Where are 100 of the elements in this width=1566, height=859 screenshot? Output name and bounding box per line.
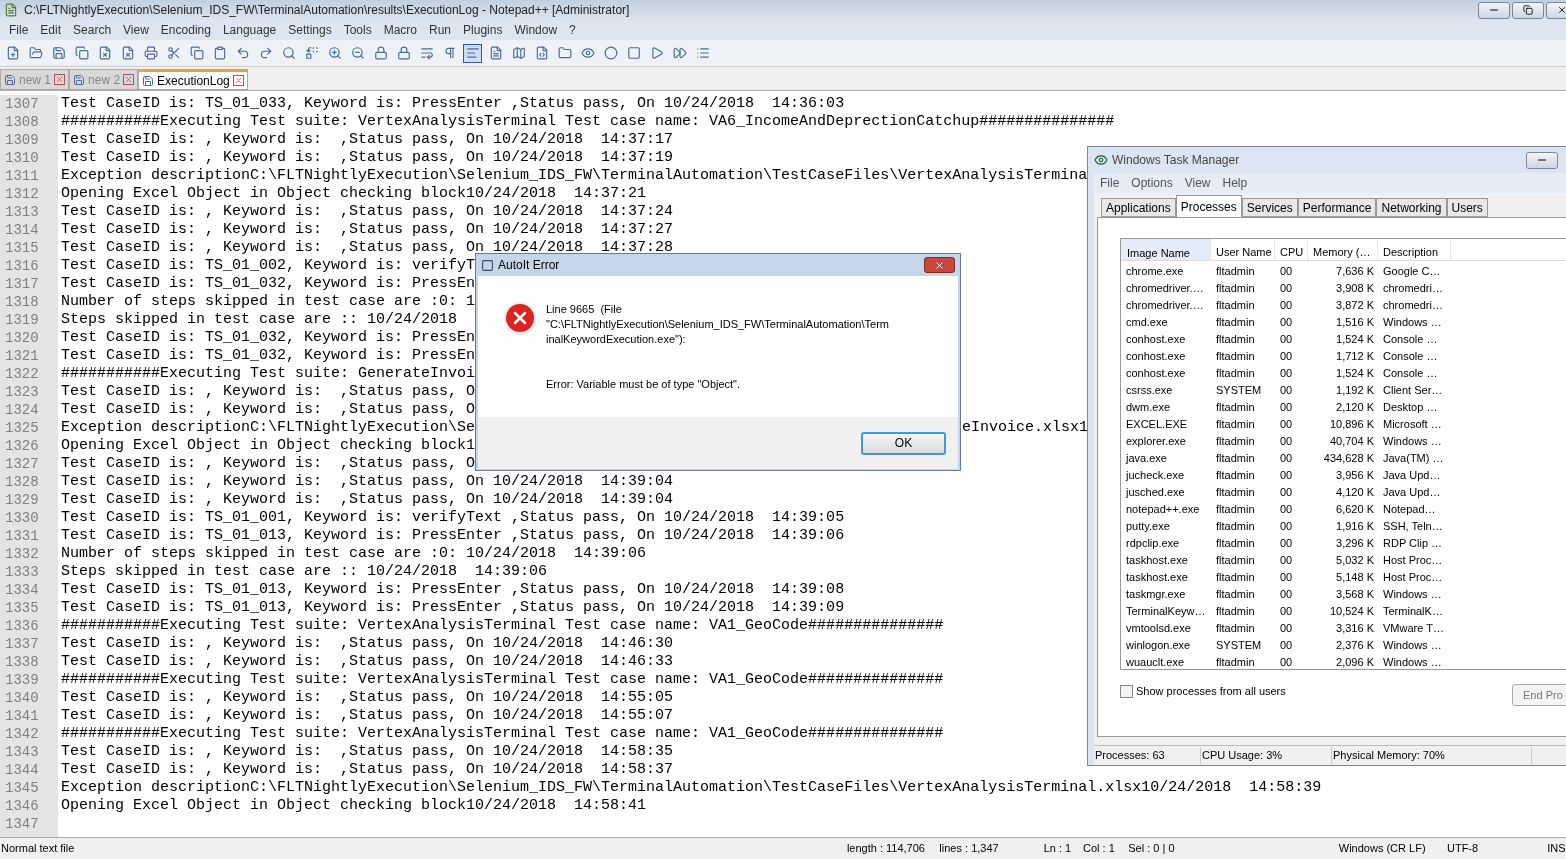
line-number: 1343 bbox=[4, 743, 40, 761]
log-line: Opening Excel Object in Object checking block10/24/2018 14:58:41 bbox=[61, 797, 647, 815]
menu-item[interactable]: Encoding bbox=[154, 21, 217, 39]
menu-item[interactable]: Language bbox=[216, 21, 283, 39]
log-line: Test CaseID is: , Keyword is: ,Status pass, On 10/24/2018 14:46:33 bbox=[61, 653, 674, 671]
line-number: 1332 bbox=[4, 545, 40, 563]
menu-item[interactable]: ? bbox=[563, 21, 582, 39]
file-tab[interactable]: ExecutionLog bbox=[138, 69, 248, 90]
tab[interactable]: Performance bbox=[1297, 198, 1377, 217]
table-cell-text: fltadmin bbox=[1215, 519, 1256, 534]
table-cell-text: fltadmin bbox=[1215, 298, 1256, 313]
table-cell-text: fltadmin bbox=[1215, 553, 1256, 568]
table-cell-text: Console … bbox=[1382, 332, 1439, 347]
error-message: Error: Variable must be of type "Object". bbox=[546, 377, 742, 392]
log-line: Test CaseID is: TS_01_013, Keyword is: PressEnter ,Status pass, On 10/24/2018 14:39:09 bbox=[61, 599, 845, 617]
minimize-button[interactable] bbox=[1526, 151, 1558, 169]
log-line: Test CaseID is: , Keyword is: ,Status pass, On 10/24/2018 14:39:04 bbox=[61, 491, 674, 509]
tab[interactable]: Applications bbox=[1101, 198, 1176, 217]
menu-item[interactable]: Edit bbox=[34, 21, 68, 39]
table-cell-text: 00 bbox=[1279, 638, 1294, 653]
table-cell-text: 00 bbox=[1279, 349, 1294, 364]
menu-item[interactable]: Tools bbox=[337, 21, 378, 39]
tab[interactable]: Networking bbox=[1376, 198, 1447, 217]
menu-item[interactable]: Options bbox=[1125, 174, 1179, 192]
table-cell-text: fltadmin bbox=[1215, 400, 1256, 415]
table-cell-text: 00 bbox=[1279, 587, 1294, 602]
table-cell-text: 00 bbox=[1279, 536, 1294, 551]
table-cell-text: 5,148 K bbox=[1335, 570, 1375, 585]
menu-item[interactable]: Settings bbox=[282, 21, 338, 39]
line-number: 1329 bbox=[4, 491, 40, 509]
log-line: Test CaseID is: , Keyword is: ,Status pass, On 10/24/2018 14:37:27 bbox=[61, 221, 674, 239]
close-icon[interactable] bbox=[54, 74, 66, 85]
close-icon[interactable] bbox=[232, 75, 244, 86]
save-icon bbox=[142, 74, 155, 87]
status-text: Ln : 1 bbox=[1042, 841, 1073, 857]
menu-item[interactable]: Macro bbox=[377, 21, 423, 39]
table-cell-text: 1,916 K bbox=[1335, 519, 1375, 534]
ok-button[interactable]: OK bbox=[861, 431, 946, 455]
tab[interactable]: Users bbox=[1446, 198, 1488, 217]
table-cell-text: Windows … bbox=[1382, 434, 1443, 449]
checkbox[interactable] bbox=[1120, 684, 1133, 698]
log-line: Test CaseID is: TS_01_033, Keyword is: PressEnter ,Status pass, On 10/24/2018 14:36:03 bbox=[61, 95, 845, 113]
log-line: Test CaseID is: TS_01_001, Keyword is: verifyText ,Status pass, On 10/24/2018 14:39:05 bbox=[61, 509, 845, 527]
table-cell-text: chromedri… bbox=[1382, 298, 1444, 313]
table-cell-text: dwm.exe bbox=[1125, 400, 1172, 415]
column-header[interactable]: CPU bbox=[1275, 239, 1308, 260]
table-cell-text: 00 bbox=[1279, 417, 1294, 432]
column-header[interactable]: User Name bbox=[1211, 239, 1275, 260]
indent-guide-icon[interactable] bbox=[463, 43, 482, 63]
close-button[interactable] bbox=[924, 257, 955, 273]
table-cell-text: chromedri… bbox=[1382, 281, 1444, 296]
end-process-button[interactable]: End Pro bbox=[1512, 684, 1566, 706]
app-icon bbox=[481, 258, 494, 272]
menu-item[interactable]: Help bbox=[1216, 174, 1254, 192]
log-line: Test CaseID is: TS_01_013, Keyword is: PressEnter ,Status pass, On 10/24/2018 14:39:06 bbox=[61, 527, 845, 545]
table-cell-text: 3,872 K bbox=[1335, 298, 1375, 313]
minimize-button[interactable] bbox=[1478, 1, 1510, 19]
column-header[interactable]: Memory (… bbox=[1308, 239, 1378, 260]
log-line: Test CaseID is: TS_01_032, Keyword is: PressEn bbox=[61, 329, 476, 347]
table-cell-text: Console … bbox=[1382, 366, 1439, 381]
table-cell-text: 10,524 K bbox=[1328, 604, 1375, 619]
menu-item[interactable]: File bbox=[3, 21, 35, 39]
line-number: 1336 bbox=[4, 617, 40, 635]
log-line: eInvoice.xlsx1 bbox=[962, 419, 1089, 437]
line-number: 1310 bbox=[4, 149, 40, 167]
table-cell-text: fltadmin bbox=[1215, 349, 1256, 364]
restore-button[interactable] bbox=[1512, 1, 1544, 19]
column-header[interactable]: Description bbox=[1378, 239, 1451, 260]
table-cell-text: jucheck.exe bbox=[1124, 468, 1186, 483]
menu-item[interactable]: Window bbox=[508, 21, 564, 39]
log-line: Test CaseID is: , Keyword is: ,Status pass, O bbox=[61, 455, 476, 473]
line-number: 1320 bbox=[4, 329, 40, 347]
status-text: INS bbox=[1546, 841, 1566, 857]
menu-item[interactable]: Plugins bbox=[457, 21, 509, 39]
tab[interactable]: Services bbox=[1241, 198, 1298, 217]
table-cell-text: 00 bbox=[1279, 604, 1294, 619]
menu-item[interactable]: View bbox=[117, 21, 155, 39]
line-number: 1328 bbox=[4, 473, 40, 491]
menu-item[interactable]: File bbox=[1094, 174, 1126, 192]
tab[interactable]: Processes bbox=[1175, 195, 1242, 217]
table-cell-text: 1,524 K bbox=[1335, 366, 1375, 381]
log-line: Opening Excel Object in Object checking block10/24/2018 14:37:21 bbox=[61, 185, 647, 203]
close-icon[interactable] bbox=[123, 74, 135, 85]
menu-item[interactable]: Run bbox=[423, 21, 458, 39]
table-cell-text: chromedriver.… bbox=[1125, 298, 1205, 313]
line-number: 1341 bbox=[4, 707, 40, 725]
table-cell-text: 00 bbox=[1279, 621, 1294, 636]
table-cell-text: Windows … bbox=[1382, 655, 1443, 670]
close-icon bbox=[934, 259, 945, 271]
column-header[interactable]: Image Name bbox=[1121, 239, 1211, 260]
error-message: Line 9665 (File bbox=[546, 302, 623, 317]
log-line: ###########Executing Test suite: GenerateInvoi bbox=[61, 365, 476, 383]
table-cell-text: 00 bbox=[1279, 451, 1294, 466]
table-cell-text: taskmgr.exe bbox=[1125, 587, 1187, 602]
line-number: 1327 bbox=[4, 455, 40, 473]
table-cell-text: 00 bbox=[1279, 400, 1294, 415]
menu-item[interactable]: View bbox=[1178, 174, 1217, 192]
log-line: Test CaseID is: TS_01_032, Keyword is: PressEn bbox=[61, 347, 476, 365]
line-number: 1316 bbox=[4, 257, 40, 275]
menu-item[interactable]: Search bbox=[67, 21, 118, 39]
